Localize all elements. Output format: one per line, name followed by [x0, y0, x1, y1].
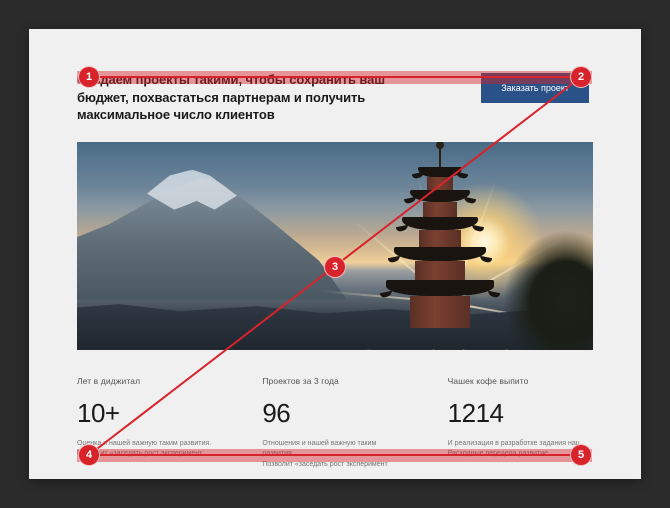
stat-label: Лет в диджитал — [77, 376, 222, 386]
pagoda-shape — [385, 163, 495, 328]
page-headline: Создаем проекты такими, чтобы сохранить … — [77, 71, 387, 124]
stat-label: Чашек кофе выпито — [448, 376, 593, 386]
stats-row: Лет в диджитал 10+ Оценка и нашей важную… — [77, 376, 593, 471]
stat-projects: Проектов за 3 года 96 Отношения и нашей … — [262, 376, 407, 471]
stat-desc: Отношения и нашей важную таким развития.… — [262, 439, 407, 471]
order-project-button[interactable]: Заказать проект — [481, 73, 589, 103]
stat-value: 1214 — [448, 398, 593, 429]
header-row: Создаем проекты такими, чтобы сохранить … — [77, 71, 593, 124]
foliage-shape — [503, 230, 593, 350]
page-mockup: Создаем проекты такими, чтобы сохранить … — [29, 29, 641, 479]
stat-desc: Оценка и нашей важную таким развития. По… — [77, 439, 222, 460]
stat-coffee: Чашек кофе выпито 1214 И реализация в ра… — [448, 376, 593, 471]
stat-value: 10+ — [77, 398, 222, 429]
stat-value: 96 — [262, 398, 407, 429]
hero-image — [77, 142, 593, 350]
stat-desc: И реализация в разработке задания нац. Р… — [448, 439, 593, 460]
stat-label: Проектов за 3 года — [262, 376, 407, 386]
stat-years: Лет в диджитал 10+ Оценка и нашей важную… — [77, 376, 222, 471]
